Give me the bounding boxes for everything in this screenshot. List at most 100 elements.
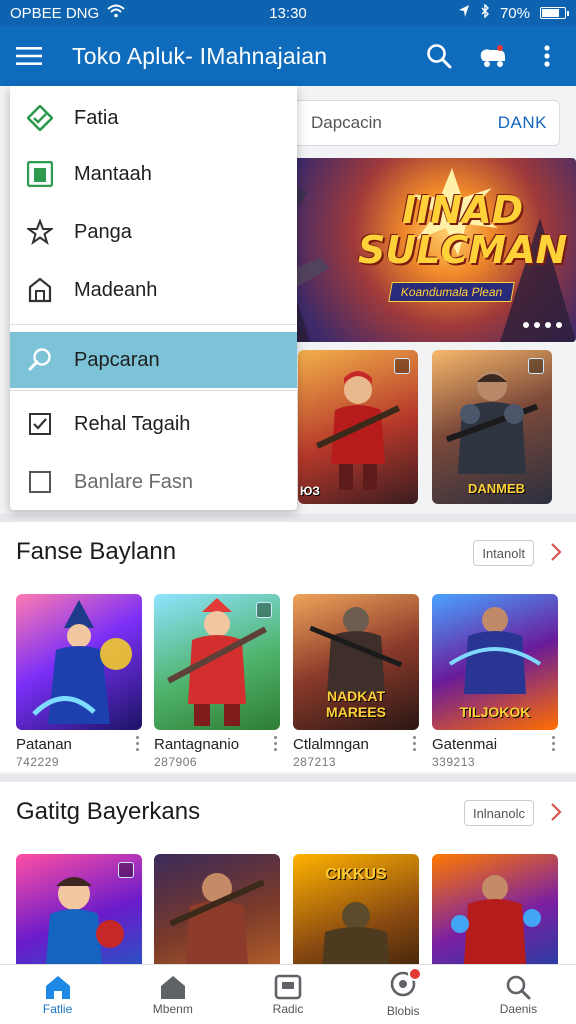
section-title: Gatitg Bayerkans	[16, 798, 201, 825]
profile-icon	[390, 967, 423, 1002]
hero-tile[interactable]: DANMEB	[432, 350, 552, 504]
section-divider	[0, 514, 576, 522]
nav-label: Radic	[272, 1001, 304, 1016]
card-count: 339213	[432, 755, 476, 769]
search-submit-button[interactable]: DANK	[498, 113, 547, 133]
gunner-figure	[451, 875, 541, 964]
mage-figure	[32, 600, 132, 724]
card-art	[16, 594, 142, 730]
warrior-figure	[315, 371, 401, 490]
app-card[interactable]: Rantagnanio 287906	[154, 594, 282, 769]
card-more-icon[interactable]	[134, 736, 140, 751]
search-icon	[507, 975, 531, 999]
drawer-item-papcaran[interactable]: Papcaran	[10, 332, 297, 388]
card-count: 742229	[16, 755, 60, 769]
drawer-divider	[10, 390, 297, 391]
more-vert-icon[interactable]	[532, 41, 562, 71]
drawer-divider	[10, 324, 297, 325]
cart-icon[interactable]	[478, 41, 508, 71]
card-count: 287906	[154, 755, 198, 769]
card-art: TILJOKOK	[432, 594, 558, 730]
card-more-icon[interactable]	[272, 736, 278, 751]
hero-figure	[46, 877, 124, 964]
drawer-item-panga[interactable]: Panga	[10, 204, 297, 260]
knight-figure	[445, 371, 539, 474]
drawer-item-label: Banlare Fasn	[74, 470, 193, 493]
section-more-button[interactable]: Inlnanolc	[463, 800, 534, 826]
diamond-tag-icon	[26, 104, 54, 132]
menu-icon[interactable]	[14, 41, 44, 71]
rogue-figure	[448, 607, 542, 694]
home-icon	[45, 975, 70, 999]
status-bar: OPBEE DNG 13:30 70%	[0, 0, 576, 26]
section-fanse-baylann: Fanse Baylann Intanolt Patanan 742229 Ra…	[0, 522, 576, 772]
app-card[interactable]: TILJOKOK Gatenmai 339213	[432, 594, 560, 769]
section-gatitg-bayerkans: Gatitg Bayerkans Inlnanolc CIKKUS	[0, 782, 576, 990]
chevron-right-icon[interactable]	[550, 802, 562, 822]
drawer-item-label: Panga	[74, 220, 132, 243]
card-title: Rantagnanio	[154, 736, 240, 753]
battery-percent: 70%	[499, 4, 530, 22]
home-outline-icon	[160, 975, 185, 999]
tile-caption: ЮЗ	[300, 484, 320, 498]
section-more-button[interactable]: Intanolt	[473, 540, 534, 566]
notification-badge	[408, 967, 423, 981]
star-icon	[26, 218, 54, 246]
nav-item-blobis[interactable]: Blobis	[346, 965, 461, 1024]
search-icon[interactable]	[424, 41, 454, 71]
carrier-label: OPBEE DNG	[10, 4, 100, 22]
card-caption: CIKKUS	[325, 866, 387, 883]
nav-item-daenis[interactable]: Daenis	[461, 965, 576, 1024]
store-icon	[26, 276, 54, 304]
app-card[interactable]: NADKAT MAREES Ctlalmngan 287213	[293, 594, 421, 769]
tile-caption: DANMEB	[468, 481, 526, 496]
tablet-icon	[274, 974, 302, 999]
drawer-item-label: Mantaah	[74, 162, 152, 185]
card-title: Ctlalmngan	[293, 736, 369, 753]
nav-item-mbenm[interactable]: Mbenm	[115, 965, 230, 1024]
banner-title: IINAD SULCMAN	[358, 188, 568, 272]
app-box-icon	[26, 160, 54, 188]
drawer-item-label: Papcaran	[74, 348, 160, 371]
section-divider	[0, 774, 576, 782]
bottom-nav: Fatlie Mbenm Radic Blobis Daenis	[0, 964, 576, 1024]
drawer-item-rehal-tagaih[interactable]: Rehal Tagaih	[10, 396, 297, 452]
drawer-item-banlare-fasn[interactable]: Banlare Fasn	[10, 454, 297, 510]
nav-label: Daenis	[499, 1001, 538, 1016]
nav-item-fatlie[interactable]: Fatlie	[0, 965, 115, 1024]
nav-label: Mbenm	[152, 1001, 193, 1016]
warrior-figure	[169, 873, 265, 964]
section-title: Fanse Baylann	[16, 538, 177, 565]
battery-icon	[540, 7, 569, 19]
card-title: Patanan	[16, 736, 72, 753]
app-card[interactable]: Patanan 742229	[16, 594, 144, 769]
search-icon	[26, 346, 54, 374]
nav-label: Fatlie	[42, 1001, 73, 1016]
bluetooth-icon	[480, 3, 490, 22]
card-caption: NADKAT MAREES	[326, 688, 386, 720]
warrior-figure	[167, 598, 267, 726]
chevron-right-icon[interactable]	[550, 542, 562, 562]
hero-tile[interactable]: ЮЗ	[298, 350, 418, 504]
drawer-item-label: Rehal Tagaih	[74, 412, 191, 435]
drawer-item-madeanh[interactable]: Madeanh	[10, 262, 297, 318]
checkbox-checked-icon	[26, 410, 54, 438]
search-placeholder: Dapcacin	[311, 113, 382, 132]
app-title: Toko Apluk- IMahnajaian	[72, 42, 328, 69]
drawer-item-label: Madeanh	[74, 278, 158, 301]
card-more-icon[interactable]	[550, 736, 556, 751]
drawer-item-fatia[interactable]: Fatia	[10, 90, 297, 146]
navigation-drawer: Fatia Mantaah Panga Madeanh Papcaran Reh…	[10, 86, 297, 510]
card-caption: TILJOKOK	[459, 704, 531, 720]
checkbox-empty-icon	[26, 468, 54, 496]
banner-subtitle: Koandumala Plean	[388, 282, 516, 302]
card-art: NADKAT MAREES	[293, 594, 419, 730]
wifi-icon	[107, 4, 125, 22]
drawer-item-mantaah[interactable]: Mantaah	[10, 146, 297, 202]
card-title: Gatenmai	[432, 736, 498, 753]
card-more-icon[interactable]	[411, 736, 417, 751]
card-art	[154, 594, 280, 730]
nav-item-radic[interactable]: Radic	[230, 965, 345, 1024]
card-count: 287213	[293, 755, 337, 769]
location-icon	[458, 4, 470, 22]
